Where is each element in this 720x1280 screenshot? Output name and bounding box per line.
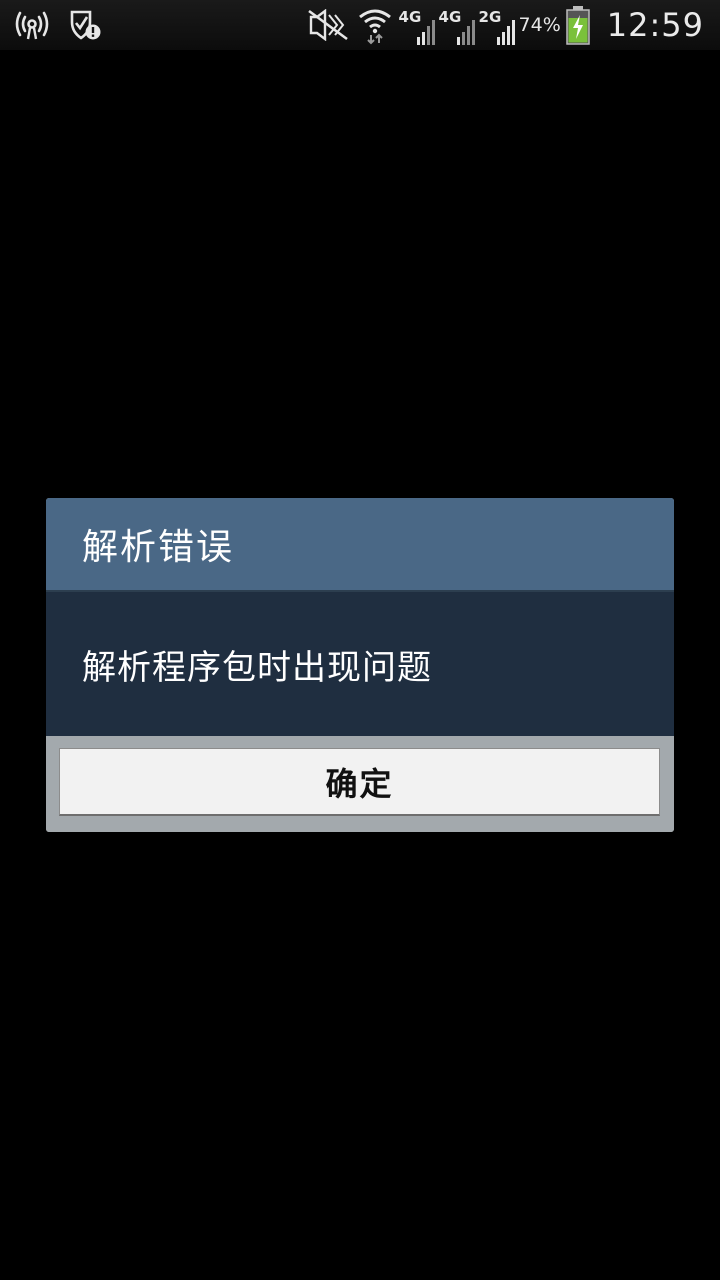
error-dialog: 解析错误 解析程序包时出现问题 确定 [46, 498, 674, 832]
battery-charging-icon [565, 5, 591, 45]
ok-button[interactable]: 确定 [59, 748, 660, 816]
wifi-icon [357, 5, 393, 45]
signal-bars-icon [407, 19, 435, 49]
hotspot-icon [14, 8, 50, 42]
battery-percent: 74% [518, 14, 561, 36]
network-1: 4G [399, 5, 435, 45]
status-bar-left [14, 8, 104, 42]
shield-alert-icon [68, 8, 104, 42]
clock: 12:59 [606, 6, 704, 44]
network-3: 2G [479, 5, 515, 45]
status-bar: 4G 4G 2G 74% 12:59 [0, 0, 720, 50]
dialog-footer: 确定 [46, 736, 674, 832]
dialog-message: 解析程序包时出现问题 [46, 592, 674, 736]
signal-bars-icon [487, 19, 515, 49]
dialog-title: 解析错误 [46, 498, 674, 592]
status-bar-right: 4G 4G 2G 74% 12:59 [307, 0, 704, 50]
network-2: 4G [439, 5, 475, 45]
signal-bars-icon [447, 19, 475, 49]
no-sim-icon [307, 9, 349, 41]
screen: 4G 4G 2G 74% 12:59 解析错误 解析程序包时出现问题 确定 [0, 0, 720, 1280]
